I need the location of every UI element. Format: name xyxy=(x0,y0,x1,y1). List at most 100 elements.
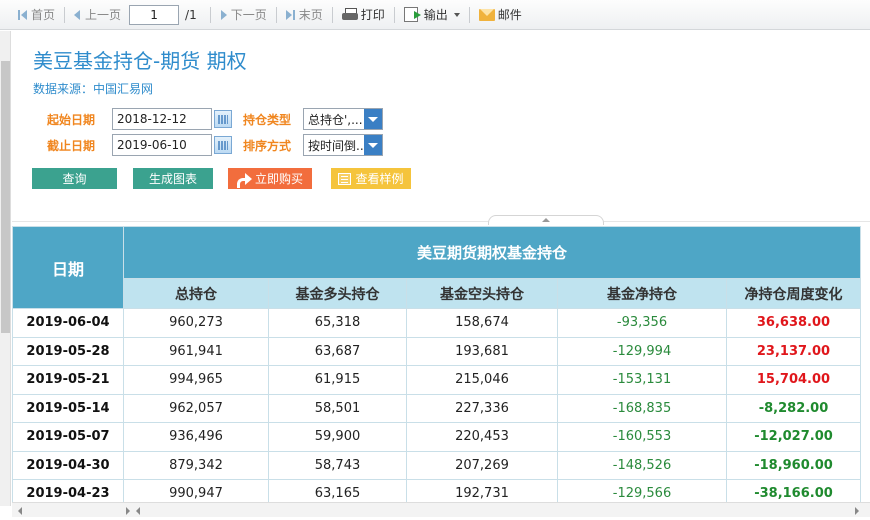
prev-page-button[interactable]: 上一页 xyxy=(70,4,125,26)
page-title: 美豆基金持仓-期货 期权 xyxy=(33,49,247,73)
row-date: 2019-05-14 xyxy=(12,393,124,423)
cell-net: -148,526 xyxy=(557,450,727,480)
generate-chart-label: 生成图表 xyxy=(148,172,197,186)
cell-short: 193,681 xyxy=(406,336,558,366)
scroll-right-icon[interactable] xyxy=(855,507,859,515)
cell-total: 962,057 xyxy=(123,393,269,423)
column-header: 基金净持仓 xyxy=(557,278,727,309)
start-date-value: 2018-12-12 xyxy=(117,112,187,126)
cell-long: 58,743 xyxy=(268,450,407,480)
chevron-down-icon[interactable] xyxy=(364,135,382,155)
cell-long: 65,318 xyxy=(268,308,407,338)
position-type-value: 总持仓',... xyxy=(308,112,363,127)
data-source: 数据来源：中国汇易网 xyxy=(33,82,154,96)
section-divider xyxy=(12,221,870,222)
table-row: 2019-06-04 960,273 65,318 158,674 -93,35… xyxy=(12,308,861,338)
mail-button[interactable]: 邮件 xyxy=(475,4,526,26)
first-page-button[interactable]: 首页 xyxy=(14,4,59,26)
position-type-label: 持仓类型 xyxy=(243,113,292,127)
row-date: 2019-04-30 xyxy=(12,450,124,480)
export-button[interactable]: 输出 xyxy=(400,4,464,26)
mail-label: 邮件 xyxy=(497,8,522,22)
cell-total: 961,941 xyxy=(123,336,269,366)
prev-page-label: 上一页 xyxy=(85,8,122,22)
cell-net: -168,835 xyxy=(557,393,727,423)
print-label: 打印 xyxy=(360,8,385,22)
cell-short: 158,674 xyxy=(406,308,558,338)
end-date-value: 2019-06-10 xyxy=(117,138,187,152)
cell-change: -8,282.00 xyxy=(726,393,861,423)
end-date-field[interactable]: 2019-06-10 xyxy=(112,134,232,156)
buy-now-label: 立即购买 xyxy=(254,172,303,186)
prev-page-icon xyxy=(74,9,82,20)
start-date-field[interactable]: 2018-12-12 xyxy=(112,108,232,130)
cell-change: 15,704.00 xyxy=(726,365,861,395)
next-page-icon xyxy=(220,9,228,20)
buy-now-button[interactable]: 立即购买 xyxy=(228,168,312,189)
last-page-button[interactable]: 末页 xyxy=(282,4,327,26)
start-date-label: 起始日期 xyxy=(47,113,96,127)
cell-short: 215,046 xyxy=(406,365,558,395)
row-date: 2019-06-04 xyxy=(12,308,124,338)
cell-total: 936,496 xyxy=(123,422,269,452)
cell-long: 63,687 xyxy=(268,336,407,366)
position-type-select[interactable]: 总持仓',... xyxy=(303,108,383,130)
column-header: 基金多头持仓 xyxy=(268,278,407,309)
cell-short: 207,269 xyxy=(406,450,558,480)
toolbar-separator xyxy=(275,6,277,23)
next-page-label: 下一页 xyxy=(230,8,267,22)
table-row: 2019-05-07 936,496 59,900 220,453 -160,5… xyxy=(12,422,861,452)
chevron-down-icon[interactable] xyxy=(364,109,382,129)
next-page-button[interactable]: 下一页 xyxy=(216,4,271,26)
table-row: 2019-05-28 961,941 63,687 193,681 -129,9… xyxy=(12,336,861,366)
calendar-icon[interactable] xyxy=(214,136,232,154)
sort-order-value: 按时间倒... xyxy=(308,138,366,153)
cell-net: -160,553 xyxy=(557,422,727,452)
cell-long: 61,915 xyxy=(268,365,407,395)
export-label: 输出 xyxy=(423,8,448,22)
table-row: 2019-04-30 879,342 58,743 207,269 -148,5… xyxy=(12,450,861,480)
sort-order-select[interactable]: 按时间倒... xyxy=(303,134,383,156)
query-label: 查询 xyxy=(62,172,87,186)
row-date: 2019-05-07 xyxy=(12,422,124,452)
print-button[interactable]: 打印 xyxy=(338,4,389,26)
sort-order-label: 排序方式 xyxy=(243,139,292,153)
collapse-toggle[interactable] xyxy=(488,215,604,225)
view-sample-label: 查看样例 xyxy=(355,172,404,186)
toolbar-separator xyxy=(393,6,395,23)
share-arrow-icon xyxy=(236,172,252,188)
row-date: 2019-05-28 xyxy=(12,336,124,366)
cell-total: 960,273 xyxy=(123,308,269,338)
first-page-icon xyxy=(18,9,28,20)
table-row: 2019-05-21 994,965 61,915 215,046 -153,1… xyxy=(12,365,861,395)
scroll-left-icon[interactable] xyxy=(18,507,22,515)
vertical-scrollbar[interactable] xyxy=(0,31,11,506)
cell-net: -93,356 xyxy=(557,308,727,338)
toolbar-separator xyxy=(64,6,66,23)
cell-short: 220,453 xyxy=(406,422,558,452)
scrollbar-thumb[interactable] xyxy=(1,61,10,333)
group-header: 美豆期货期权基金持仓 xyxy=(123,226,861,279)
export-icon xyxy=(403,7,421,22)
scroll-left-icon[interactable] xyxy=(136,507,140,515)
cell-total: 879,342 xyxy=(123,450,269,480)
query-button[interactable]: 查询 xyxy=(32,168,117,189)
cell-net: -129,994 xyxy=(557,336,727,366)
view-sample-button[interactable]: 查看样例 xyxy=(331,168,411,189)
cell-short: 227,336 xyxy=(406,393,558,423)
mail-icon xyxy=(478,8,495,21)
scroll-right-icon[interactable] xyxy=(126,507,130,515)
column-header: 总持仓 xyxy=(123,278,269,309)
cell-net: -153,131 xyxy=(557,365,727,395)
toolbar-separator xyxy=(468,6,470,23)
toolbar-separator xyxy=(331,6,333,23)
generate-chart-button[interactable]: 生成图表 xyxy=(133,168,213,189)
cell-change: 23,137.00 xyxy=(726,336,861,366)
row-date: 2019-05-21 xyxy=(12,365,124,395)
page-number-input[interactable] xyxy=(129,4,180,25)
toolbar-separator xyxy=(209,6,211,23)
report-toolbar: 首页 上一页 /1 下一页 末页 打印 输出 邮件 xyxy=(0,0,870,30)
horizontal-scrollbar[interactable] xyxy=(12,502,870,517)
date-column-header: 日期 xyxy=(12,226,124,309)
calendar-icon[interactable] xyxy=(214,110,232,128)
